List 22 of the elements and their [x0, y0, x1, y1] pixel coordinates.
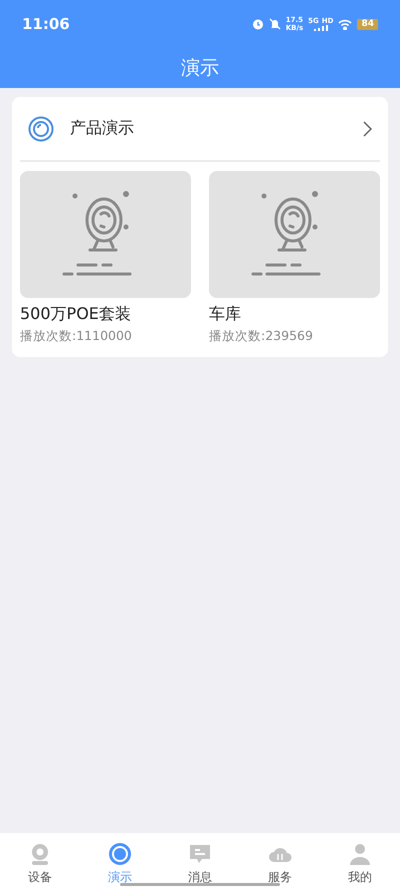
tab-item[interactable]: 我的	[320, 833, 400, 889]
tab-item[interactable]: 设备	[0, 833, 80, 889]
section-title: 产品演示	[70, 118, 135, 139]
lens-icon	[28, 116, 54, 142]
tab-item[interactable]: 消息	[160, 833, 240, 889]
play-count: 播放次数:1110000	[20, 328, 133, 345]
play-count: 播放次数:239569	[209, 328, 314, 345]
lens-icon	[108, 842, 132, 866]
battery-level: 84	[357, 18, 378, 30]
tab-item[interactable]: 服务	[240, 833, 320, 889]
video-title: 车库	[209, 304, 242, 325]
wifi-icon	[338, 18, 352, 30]
status-time: 11:06	[22, 15, 70, 33]
video-title: 500万POE套装	[20, 304, 132, 325]
video-thumbnail[interactable]	[209, 171, 380, 298]
alarm-icon	[252, 18, 264, 30]
signal-icon	[314, 25, 328, 31]
chevron-right-icon[interactable]	[362, 120, 372, 136]
page-title: 演示	[181, 56, 219, 81]
person-icon	[348, 842, 372, 866]
muted-bell-icon	[268, 18, 281, 30]
video-thumbnail[interactable]	[20, 171, 191, 298]
